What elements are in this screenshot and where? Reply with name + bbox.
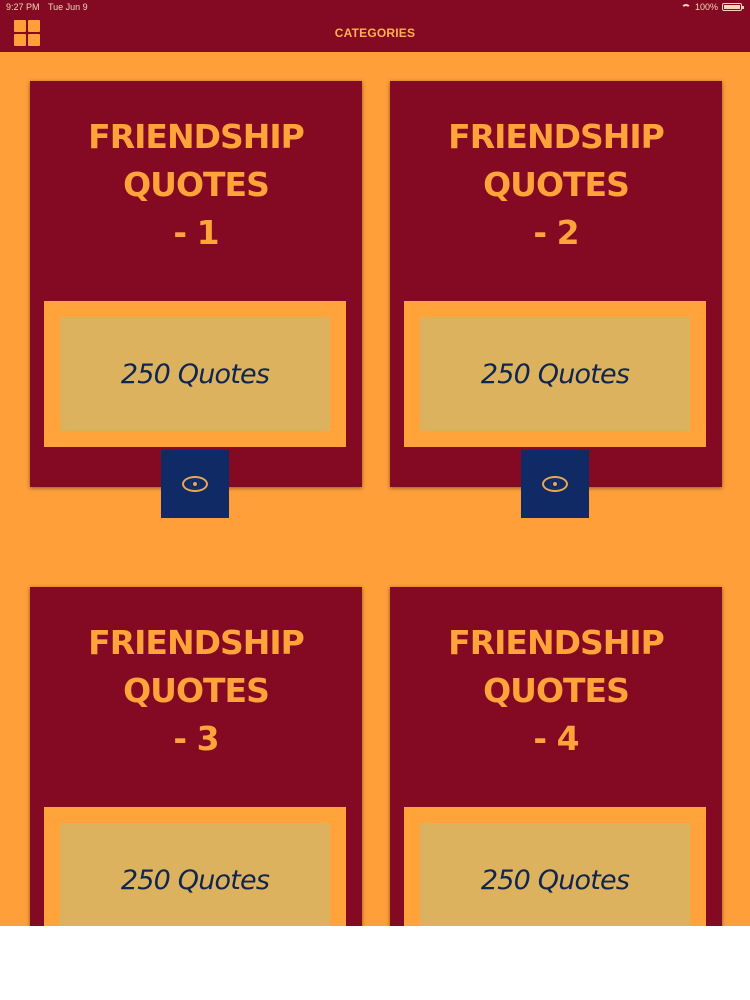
quote-count-label: 250 Quotes (480, 864, 630, 896)
card-title: FRIENDSHIP QUOTES - 3 (30, 619, 362, 763)
quote-count-box: 250 Quotes (420, 823, 690, 926)
card-title-line-2: - 2 (533, 213, 579, 252)
quote-count-label: 250 Quotes (480, 358, 630, 390)
quote-count-frame: 250 Quotes (44, 807, 346, 926)
quote-count-frame: 250 Quotes (404, 807, 706, 926)
quote-count-label: 250 Quotes (120, 358, 270, 390)
quote-count-box: 250 Quotes (60, 823, 330, 926)
top-navigation-bar: 9:27 PM Tue Jun 9 100% CATEGORIES (0, 0, 750, 52)
card-title-line-1: FRIENDSHIP QUOTES (448, 117, 665, 204)
quote-count-frame: 250 Quotes (404, 301, 706, 447)
screen-bottom-area (0, 926, 750, 1000)
card-title-line-1: FRIENDSHIP QUOTES (88, 117, 305, 204)
page-title: CATEGORIES (334, 26, 416, 40)
status-indicators: 100% (680, 2, 744, 12)
app-screen: 9:27 PM Tue Jun 9 100% CATEGORIES FRIEND… (0, 0, 750, 926)
card-title-line-2: - 4 (533, 719, 579, 758)
status-time: 9:27 PM (6, 2, 40, 12)
quote-count-label: 250 Quotes (120, 864, 270, 896)
card-title: FRIENDSHIP QUOTES - 2 (390, 113, 722, 257)
view-category-2-button[interactable] (521, 450, 589, 518)
quote-count-frame: 250 Quotes (44, 301, 346, 447)
category-card-3[interactable]: FRIENDSHIP QUOTES - 3 250 Quotes (30, 587, 362, 926)
category-card-1[interactable]: FRIENDSHIP QUOTES - 1 250 Quotes (30, 81, 362, 487)
eye-icon (182, 476, 208, 492)
wifi-icon (680, 3, 691, 11)
category-card-2[interactable]: FRIENDSHIP QUOTES - 2 250 Quotes (390, 81, 722, 487)
card-title: FRIENDSHIP QUOTES - 1 (30, 113, 362, 257)
card-title-line-1: FRIENDSHIP QUOTES (448, 623, 665, 710)
battery-icon (722, 3, 744, 11)
category-card-4[interactable]: FRIENDSHIP QUOTES - 4 250 Quotes (390, 587, 722, 926)
card-title-line-2: - 1 (173, 213, 219, 252)
eye-icon (542, 476, 568, 492)
quote-count-box: 250 Quotes (60, 317, 330, 431)
card-title: FRIENDSHIP QUOTES - 4 (390, 619, 722, 763)
status-bar: 9:27 PM Tue Jun 9 100% (0, 0, 750, 14)
quote-count-box: 250 Quotes (420, 317, 690, 431)
card-title-line-2: - 3 (173, 719, 219, 758)
battery-level: 100% (694, 2, 718, 12)
status-date: Tue Jun 9 (48, 2, 88, 12)
view-category-1-button[interactable] (161, 450, 229, 518)
card-title-line-1: FRIENDSHIP QUOTES (88, 623, 305, 710)
